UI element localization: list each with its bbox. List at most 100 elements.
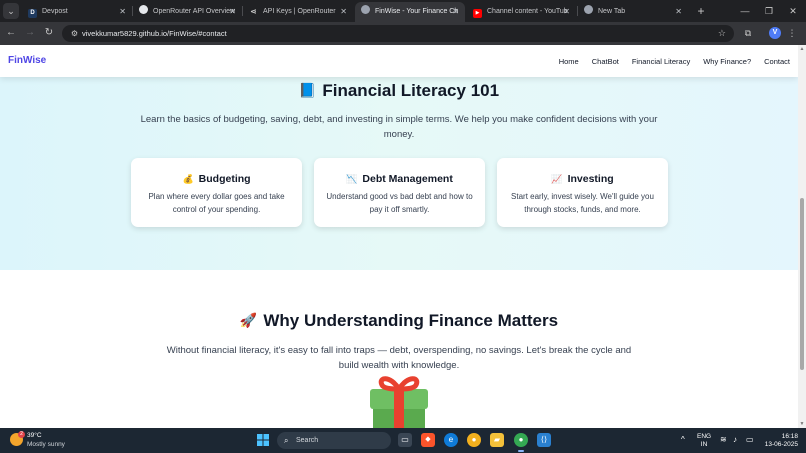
language-indicator[interactable]: ENG IN [697,433,711,453]
browser-toolbar: ← → ↻ ⚙ vivekkumar5829.github.io/FinWise… [0,22,806,45]
youtube-icon: ▶ [473,9,482,18]
section-title: 📘 Financial Literacy 101 [0,81,798,101]
scroll-down-arrow-icon[interactable]: ▼ [799,421,805,427]
region-code: IN [700,441,708,448]
wifi-icon[interactable]: ≋ [720,435,727,453]
card-text: Understand good vs bad debt and how to p… [326,192,473,214]
card-budgeting: 💰 Budgeting Plan where every dollar goes … [131,158,302,227]
weather-temperature[interactable]: 39°C [27,432,42,439]
scrollbar-thumb[interactable] [800,198,804,370]
rocket-icon: 🚀 [239,312,258,328]
close-tab-icon[interactable]: ✕ [340,2,347,22]
clock[interactable]: 16:18 13-06-2025 [758,433,798,453]
nav-link-chatbot[interactable]: ChatBot [592,57,619,66]
tab-devpost[interactable]: D Devpost ✕ [22,2,132,22]
bookmark-star-icon[interactable]: ☆ [718,25,726,42]
card-investing: 📈 Investing Start early, invest wisely. W… [497,158,668,227]
nav-link-why-finance[interactable]: Why Finance? [703,57,751,66]
card-debt-management: 📉 Debt Management Understand good vs bad … [314,158,485,227]
why-title: Why Understanding Finance Matters [263,311,559,330]
close-tab-icon[interactable]: ✕ [229,2,236,22]
card-text: Plan where every dollar goes and take co… [148,192,285,214]
close-tab-icon[interactable]: ✕ [452,2,459,22]
tab-search-chevron-icon[interactable]: ⌄ [3,3,19,19]
money-bag-icon: 💰 [182,174,194,184]
financial-literacy-section: 📘 Financial Literacy 101 Learn the basics… [0,77,798,270]
more-menu-icon[interactable]: ⋮ [786,26,798,40]
openrouter-icon: ⋖ [250,7,257,16]
vscode-icon[interactable]: ⟨⟩ [537,433,551,447]
clock-time: 16:18 [781,433,798,440]
file-explorer-icon[interactable]: ▰ [490,433,504,447]
brave-browser-icon[interactable]: ◆ [421,433,435,447]
site-info-icon[interactable]: ⚙ [68,27,81,40]
card-title: 📉 Debt Management [314,173,485,185]
chart-decreasing-icon: 📉 [346,174,358,184]
tab-title: API Keys | OpenRouter [263,8,336,15]
nav-link-financial-literacy[interactable]: Financial Literacy [632,57,690,66]
restore-icon[interactable]: ❐ [756,0,782,22]
tab-openrouter-keys[interactable]: ⋖ API Keys | OpenRouter ✕ [243,2,353,22]
weather-description[interactable]: Mostly sunny [27,441,65,448]
taskbar-search-box[interactable]: ⌕ Search [277,432,391,449]
nav-link-home[interactable]: Home [559,57,579,66]
chrome-profile-icon[interactable]: ● [514,433,528,447]
card-title-text: Budgeting [198,173,251,185]
browser-tab-strip: ⌄ D Devpost ✕ OpenRouter API Overview ✕ ⋖… [0,0,806,22]
notification-badge: 2 [18,431,25,438]
tab-openrouter-overview[interactable]: OpenRouter API Overview ✕ [133,2,242,22]
card-title-text: Debt Management [362,173,453,185]
extensions-icon[interactable]: ⧉ [742,27,754,39]
edge-browser-icon[interactable]: e [444,433,458,447]
search-label: Search [296,437,319,444]
close-tab-icon[interactable]: ✕ [563,2,570,22]
tab-new-tab[interactable]: New Tab ✕ [578,2,688,22]
nav-link-contact[interactable]: Contact [764,57,790,66]
literacy-description: Learn the basics of budgeting, saving, d… [140,114,658,140]
scroll-up-arrow-icon[interactable]: ▲ [799,46,805,52]
tray-chevron-icon[interactable]: ^ [681,435,685,453]
close-tab-icon[interactable]: ✕ [675,2,682,22]
book-icon: 📘 [298,82,317,98]
devpost-icon: D [28,9,37,18]
tab-title: FinWise - Your Finance Ch [375,8,459,15]
chrome-icon [584,5,593,14]
card-text: Start early, invest wisely. We'll guide … [511,192,654,214]
globe-icon [361,5,370,14]
reload-icon[interactable]: ↻ [41,25,57,41]
tab-title: OpenRouter API Overview [153,8,236,15]
address-bar[interactable]: ⚙ vivekkumar5829.github.io/FinWise/#cont… [62,25,734,42]
minimize-icon[interactable]: — [732,0,758,22]
site-navbar: FinWise Home ChatBot Financial Literacy … [0,45,798,77]
literacy-title: Financial Literacy 101 [322,81,500,100]
battery-icon[interactable]: ▭ [746,435,754,453]
new-tab-button[interactable]: + [693,3,709,19]
back-icon[interactable]: ← [3,25,19,41]
brand-logo[interactable]: FinWise [8,45,46,77]
card-title: 📈 Investing [497,173,668,185]
windows-taskbar: 2 39°C Mostly sunny ⌕ Search ▭ ◆ e ● ▰ ●… [0,428,806,453]
volume-icon[interactable]: ♪ [733,435,737,453]
profile-avatar[interactable]: V [769,27,781,39]
tab-finwise[interactable]: FinWise - Your Finance Ch ✕ [355,2,465,22]
tab-youtube[interactable]: ▶ Channel content - YouTub ✕ [467,2,576,22]
chrome-icon[interactable]: ● [467,433,481,447]
card-title: 💰 Budgeting [131,173,302,185]
section-title: 🚀 Why Understanding Finance Matters [0,311,798,331]
gift-box-illustration [370,376,428,428]
task-view-icon[interactable]: ▭ [398,433,412,447]
active-app-indicator [518,450,524,452]
forward-icon[interactable]: → [22,25,38,41]
page-viewport: FinWise Home ChatBot Financial Literacy … [0,45,798,428]
tab-title: Devpost [42,8,68,15]
card-title-text: Investing [567,173,614,185]
close-window-icon[interactable]: ✕ [780,0,806,22]
why-description: Without financial literacy, it's easy to… [166,345,632,371]
page-scrollbar[interactable]: ▲ ▼ [798,45,806,428]
clock-date: 13-06-2025 [764,441,798,448]
language-code: ENG [697,433,712,440]
windows-start-icon[interactable] [256,433,270,447]
url-text[interactable]: vivekkumar5829.github.io/FinWise/#contac… [82,25,227,42]
nav-links: Home ChatBot Financial Literacy Why Fina… [559,45,790,77]
close-tab-icon[interactable]: ✕ [119,2,126,22]
